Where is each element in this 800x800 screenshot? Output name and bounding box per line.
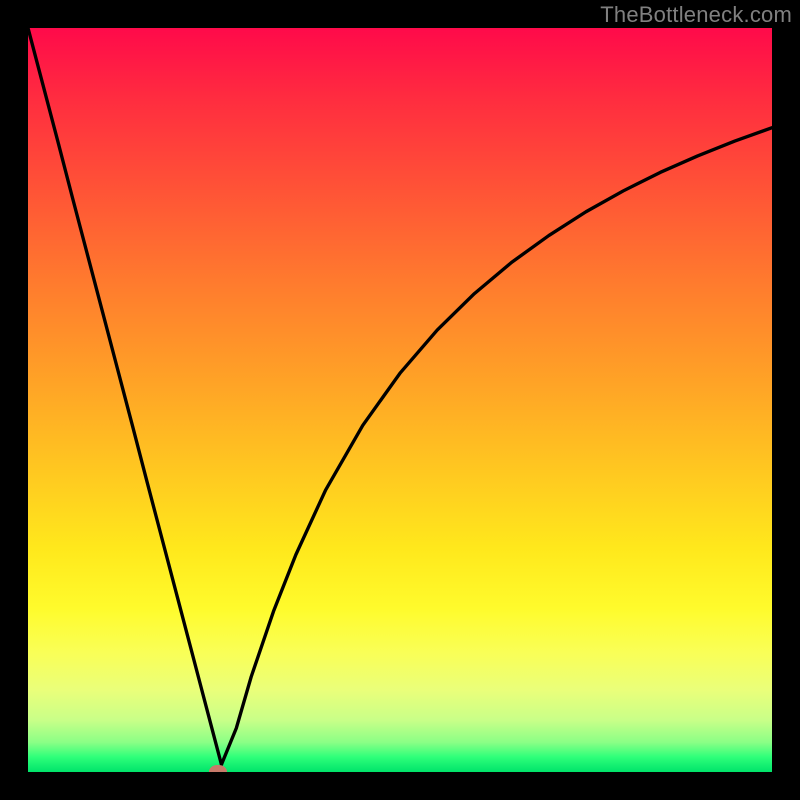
chart-frame: TheBottleneck.com bbox=[0, 0, 800, 800]
watermark-text: TheBottleneck.com bbox=[600, 2, 792, 28]
plot-area bbox=[28, 28, 772, 772]
bottleneck-curve bbox=[28, 28, 772, 772]
curve-path bbox=[28, 28, 772, 765]
optimal-point-marker bbox=[209, 765, 227, 772]
